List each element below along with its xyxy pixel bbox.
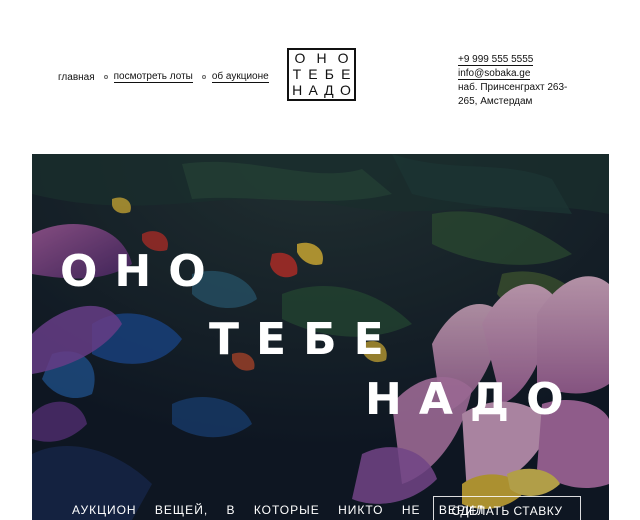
main-nav: главная посмотреть лоты об аукционе [58,71,269,83]
logo-letter: Б [324,66,334,82]
nav-separator-dot [103,75,108,79]
email-link[interactable]: info@sobaka.ge [458,68,531,80]
nav-about-link[interactable]: об аукционе [211,71,269,83]
nav-separator-dot [201,75,206,79]
place-bid-button[interactable]: СДЕЛАТЬ СТАВКУ [433,496,581,520]
nav-home-link[interactable]: главная [58,72,95,83]
logo-row-1: О Н О [289,51,354,66]
logo-letter: Н [292,82,303,98]
logo-letter: О [294,50,306,66]
hero-tagline: АУКЦИОН ВЕЩЕЙ, В КОТОРЫЕ НИКТО НЕ ВЕРИЛ [72,503,485,517]
logo-letter: Е [341,66,351,82]
logo-letter: Д [324,82,334,98]
logo-row-2: Т Е Б Е [289,67,354,82]
logo-letter: Е [308,66,318,82]
logo-letter: Н [316,50,327,66]
logo-row-3: Н А Д О [289,83,354,98]
contact-info: +9 999 555 5555 info@sobaka.ge наб. Прин… [458,53,578,109]
hero-title-line-1: ОНО [60,246,223,297]
site-logo[interactable]: О Н О Т Е Б Е Н А Д О [287,48,356,101]
logo-letter: О [337,50,349,66]
hero-title-line-3: НАДО [365,374,581,425]
nav-lots-link[interactable]: посмотреть лоты [113,71,193,83]
phone-link[interactable]: +9 999 555 5555 [458,54,534,66]
hero-banner: ОНО ТЕБЕ НАДО АУКЦИОН ВЕЩЕЙ, В КОТОРЫЕ Н… [32,154,609,520]
logo-letter: О [339,82,351,98]
logo-letter: А [308,82,318,98]
hero-title-line-2: ТЕБЕ [209,314,401,365]
address-text: наб. Принсенграхт 263-265, Амстердам [458,82,568,107]
logo-letter: Т [292,66,302,82]
site-header: главная посмотреть лоты об аукционе О Н … [0,0,640,150]
